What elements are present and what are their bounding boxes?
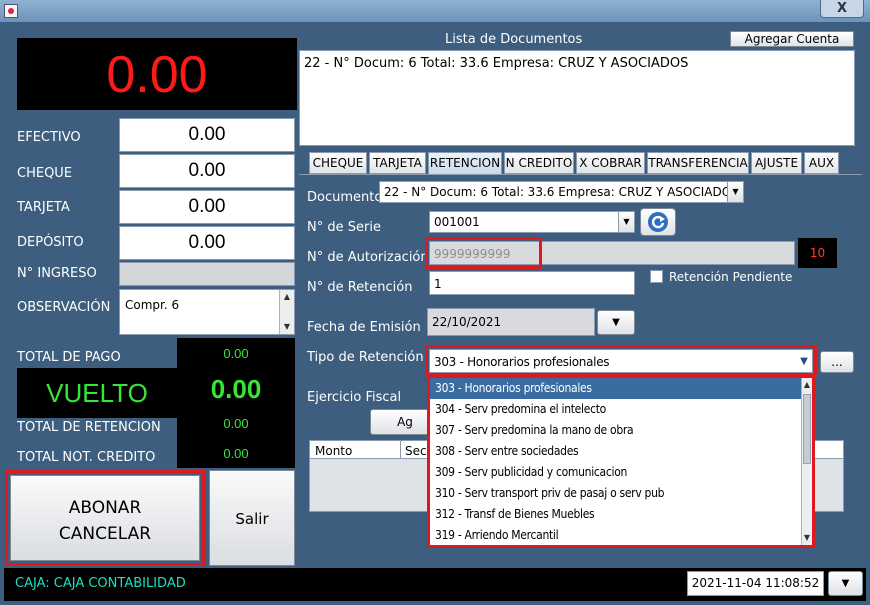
scroll-up-icon[interactable]: ▲ bbox=[802, 378, 812, 392]
tipo-more-button[interactable]: ... bbox=[820, 351, 854, 373]
observacion-scrollbar[interactable]: ▲ ▼ bbox=[279, 290, 294, 334]
tipo-value: 303 - Honorarios profesionales bbox=[434, 355, 610, 369]
chevron-down-icon: ▼ bbox=[612, 317, 620, 328]
retencion-number-input[interactable]: 1 bbox=[429, 271, 635, 295]
pendiente-checkbox[interactable] bbox=[650, 270, 663, 283]
chevron-down-icon[interactable]: ▼ bbox=[618, 212, 634, 232]
java-app-icon bbox=[4, 4, 18, 18]
ejercicio-label: Ejercicio Fiscal bbox=[307, 390, 402, 405]
abonar-cancelar-button[interactable]: ABONAR CANCELAR bbox=[10, 475, 200, 561]
cancelar-line: CANCELAR bbox=[58, 524, 152, 544]
list-item[interactable]: 22 - N° Docum: 6 Total: 33.6 Empresa: CR… bbox=[300, 51, 854, 76]
chevron-down-icon: ▼ bbox=[841, 578, 850, 589]
tipo-dropdown-list: 303 - Honorarios profesionales 304 - Ser… bbox=[427, 375, 815, 548]
efectivo-input[interactable]: 0.00 bbox=[119, 118, 295, 152]
scroll-down-icon[interactable]: ▼ bbox=[802, 531, 812, 545]
efectivo-label: EFECTIVO bbox=[17, 130, 81, 145]
refresh-button[interactable] bbox=[640, 208, 676, 236]
total-retencion-label: TOTAL DE RETENCION bbox=[17, 420, 161, 435]
agregar-cuenta-button[interactable]: Agregar Cuenta bbox=[730, 31, 854, 47]
tab-ajuste[interactable]: AJUSTE bbox=[751, 152, 802, 174]
abonar-line: ABONAR bbox=[68, 498, 142, 518]
cheque-label: CHEQUE bbox=[17, 166, 73, 181]
ingreso-input[interactable] bbox=[119, 262, 295, 286]
retencion-number-label: N° de Retención bbox=[307, 280, 413, 295]
serie-label: N° de Serie bbox=[307, 220, 381, 235]
observacion-label: OBSERVACIÓN bbox=[17, 300, 111, 315]
title-bar: X bbox=[0, 0, 870, 22]
tab-transferencia[interactable]: TRANSFERENCIA bbox=[647, 152, 749, 174]
documento-select[interactable]: 22 - N° Docum: 6 Total: 33.6 Empresa: CR… bbox=[379, 181, 744, 203]
status-menu-button[interactable]: ▼ bbox=[828, 571, 863, 596]
tab-cheque[interactable]: CHEQUE bbox=[309, 152, 367, 174]
observacion-textarea[interactable]: Compr. 6 bbox=[119, 289, 295, 335]
dropdown-option[interactable]: 303 - Honorarios profesionales bbox=[430, 378, 812, 399]
dropdown-option[interactable]: 307 - Serv predomina la mano de obra bbox=[430, 420, 812, 441]
scroll-thumb[interactable] bbox=[803, 394, 811, 464]
scroll-up-icon[interactable]: ▲ bbox=[280, 290, 294, 304]
tab-n-credito[interactable]: N CREDITO bbox=[504, 152, 574, 174]
autorizacion-label: N° de Autorización bbox=[307, 250, 429, 265]
serie-select[interactable]: 001001 ▼ bbox=[429, 211, 635, 233]
dropdown-option[interactable]: 308 - Serv entre sociedades bbox=[430, 441, 812, 462]
pendiente-label: Retención Pendiente bbox=[669, 270, 793, 284]
vuelto-value: 0.00 bbox=[210, 374, 262, 404]
fecha-input[interactable]: 22/10/2021 bbox=[427, 308, 595, 336]
total-nc-value: 0.00 bbox=[223, 446, 249, 461]
tipo-select[interactable]: 303 - Honorarios profesionales ▼ bbox=[429, 349, 813, 373]
tipo-label: Tipo de Retención bbox=[307, 350, 424, 365]
tarjeta-label: TARJETA bbox=[17, 200, 70, 215]
fecha-picker-button[interactable]: ▼ bbox=[597, 310, 635, 335]
deposito-input[interactable]: 0.00 bbox=[119, 226, 295, 260]
vuelto-label: VUELTO bbox=[46, 378, 148, 408]
total-retencion-value: 0.00 bbox=[223, 416, 249, 431]
documento-label: Documento bbox=[307, 190, 383, 205]
column-divider bbox=[400, 441, 401, 459]
dropdown-scrollbar[interactable]: ▲ ▼ bbox=[801, 378, 812, 545]
serie-value: 001001 bbox=[434, 215, 480, 229]
total-pago-label: TOTAL DE PAGO bbox=[17, 350, 121, 365]
col-monto: Monto bbox=[315, 444, 353, 458]
dropdown-option[interactable]: 310 - Serv transport priv de pasaj o ser… bbox=[430, 483, 812, 504]
deposito-label: DEPÓSITO bbox=[17, 235, 84, 250]
refresh-icon bbox=[648, 212, 668, 232]
dropdown-option[interactable]: 309 - Serv publicidad y comunicacion bbox=[430, 462, 812, 483]
chevron-down-icon[interactable]: ▼ bbox=[796, 350, 812, 372]
caja-status: CAJA: CAJA CONTABILIDAD bbox=[15, 576, 186, 591]
datetime-display: 2021-11-04 11:08:52 bbox=[687, 571, 824, 596]
lista-documentos-title: Lista de Documentos bbox=[445, 32, 583, 47]
dropdown-option[interactable]: 319 - Arriendo Mercantil bbox=[430, 525, 812, 546]
ingreso-label: N° INGRESO bbox=[17, 266, 97, 281]
total-pago-value: 0.00 bbox=[223, 346, 249, 361]
dropdown-option[interactable]: 304 - Serv predomina el intelecto bbox=[430, 399, 812, 420]
autorizacion-highlight bbox=[425, 237, 542, 269]
tarjeta-input[interactable]: 0.00 bbox=[119, 190, 295, 224]
col-sec: Sec bbox=[405, 444, 427, 458]
close-window-button[interactable]: X bbox=[820, 0, 864, 18]
tab-tarjeta[interactable]: TARJETA bbox=[369, 152, 426, 174]
fecha-label: Fecha de Emisión bbox=[307, 320, 421, 335]
scroll-down-icon[interactable]: ▼ bbox=[280, 320, 294, 334]
total-display: 0.00 bbox=[17, 38, 297, 110]
total-nc-label: TOTAL NOT. CREDITO bbox=[17, 450, 156, 465]
documento-value: 22 - N° Docum: 6 Total: 33.6 Empresa: CR… bbox=[384, 185, 739, 199]
documents-list: 22 - N° Docum: 6 Total: 33.6 Empresa: CR… bbox=[299, 50, 855, 146]
chevron-down-icon[interactable]: ▼ bbox=[727, 182, 743, 202]
dropdown-option[interactable]: 312 - Transf de Bienes Muebles bbox=[430, 504, 812, 525]
autorizacion-counter: 10 bbox=[798, 238, 837, 268]
cheque-input[interactable]: 0.00 bbox=[119, 154, 295, 188]
salir-button[interactable]: Salir bbox=[209, 470, 295, 566]
tab-aux[interactable]: AUX bbox=[804, 152, 839, 174]
tab-x-cobrar[interactable]: X COBRAR bbox=[576, 152, 645, 174]
tab-retencion[interactable]: RETENCION bbox=[428, 152, 502, 174]
